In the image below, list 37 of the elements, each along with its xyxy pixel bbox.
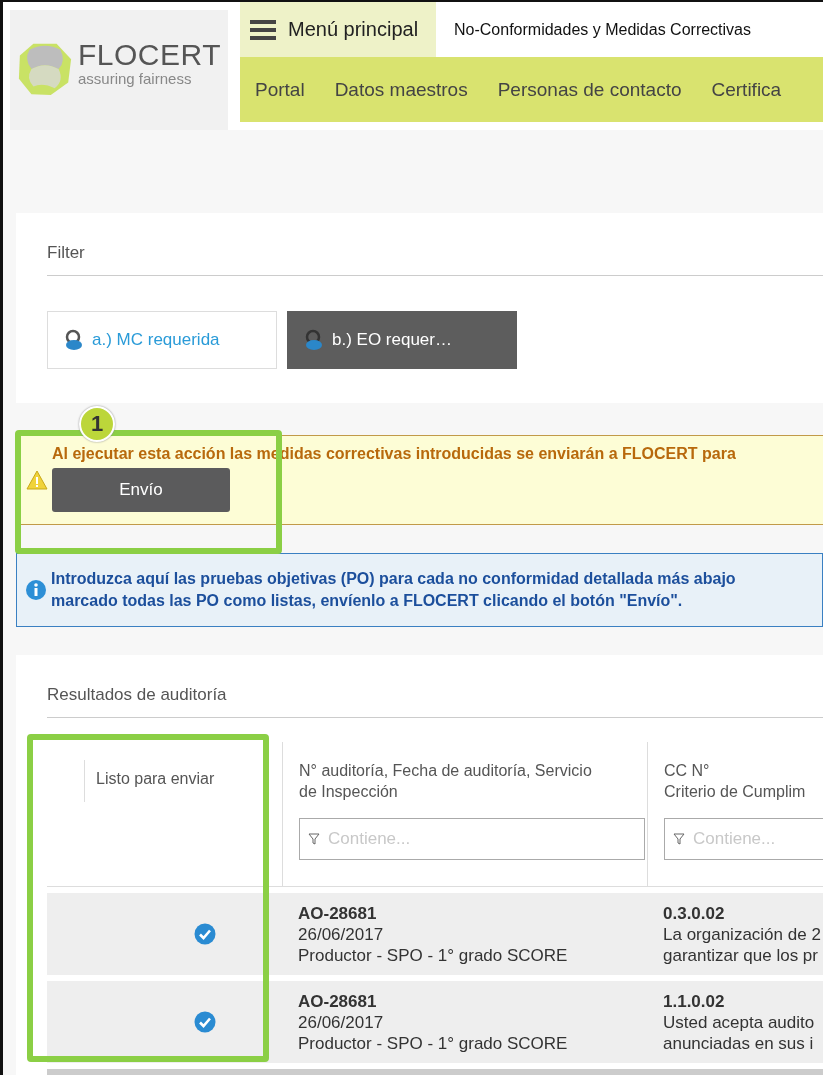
column-header: Listo para enviar bbox=[84, 760, 282, 802]
nav-link[interactable]: Datos maestros bbox=[334, 78, 468, 101]
menu-icon bbox=[250, 18, 276, 41]
criterion-text: Usted acepta audito bbox=[663, 1011, 816, 1033]
audit-number: AO-28681 bbox=[298, 990, 378, 1012]
criterion-number: 0.3.0.02 bbox=[663, 902, 726, 924]
logo-tagline: assuring fairness bbox=[78, 70, 193, 87]
info-icon bbox=[25, 579, 47, 601]
criterion-text: garantizar que los pr bbox=[663, 944, 819, 966]
info-text: Introduzca aquí las pruebas objetivas (PO) para cada no conformidad detallada más abajo bbox=[51, 569, 736, 589]
criterion-text: anunciadas en sus i bbox=[663, 1032, 815, 1054]
filter-tab[interactable]: b.) EO requer… bbox=[287, 311, 517, 369]
nav-link[interactable]: Portal bbox=[255, 78, 305, 101]
filter-icon bbox=[308, 833, 320, 845]
main-menu-button[interactable]: Menú principal bbox=[240, 2, 436, 57]
table-row[interactable]: AO-28681 26/06/2017 Productor - SPO - 1° grado SCORE 1.1.0.02 Usted acepta audito anunciadas en sus i bbox=[47, 981, 823, 1063]
page-title: No-Conformidades y Medidas Correctivas bbox=[453, 20, 751, 39]
audit-date: 26/06/2017 bbox=[298, 923, 385, 945]
results-title: Resultados de auditoría bbox=[47, 685, 823, 718]
info-text: marcado todas las PO como listas, envíenlo a FLOCERT clicando el botón "Envío". bbox=[51, 591, 684, 611]
inspection-service: Productor - SPO - 1° grado SCORE bbox=[298, 1032, 569, 1054]
logo-wordmark: FLOCERT bbox=[78, 40, 221, 70]
column-header: N° auditoría, Fecha de auditoría, Servicio de Inspección bbox=[299, 761, 593, 802]
criterion-number: 1.1.0.02 bbox=[663, 990, 726, 1012]
filter-icon bbox=[673, 833, 685, 845]
nav-link[interactable]: Certifica bbox=[711, 78, 782, 101]
inspection-service: Productor - SPO - 1° grado SCORE bbox=[298, 944, 569, 966]
send-button[interactable]: Envío bbox=[52, 467, 230, 512]
nav-link[interactable]: Personas de contacto bbox=[497, 78, 682, 101]
step-badge: 1 bbox=[79, 406, 115, 442]
table-row[interactable]: AO-28681 26/06/2017 Productor - SPO - 1° grado SCORE 0.3.0.02 La organización de 2 garantizar que los pr bbox=[47, 893, 823, 975]
audit-number: AO-28681 bbox=[298, 902, 378, 924]
column-header: CC N° Criterio de Cumplim bbox=[664, 761, 807, 802]
audit-date: 26/06/2017 bbox=[298, 1011, 385, 1033]
criterion-text: La organización de 2 bbox=[663, 923, 822, 945]
filter-title: Filter bbox=[47, 243, 823, 276]
warning-icon bbox=[26, 470, 48, 490]
